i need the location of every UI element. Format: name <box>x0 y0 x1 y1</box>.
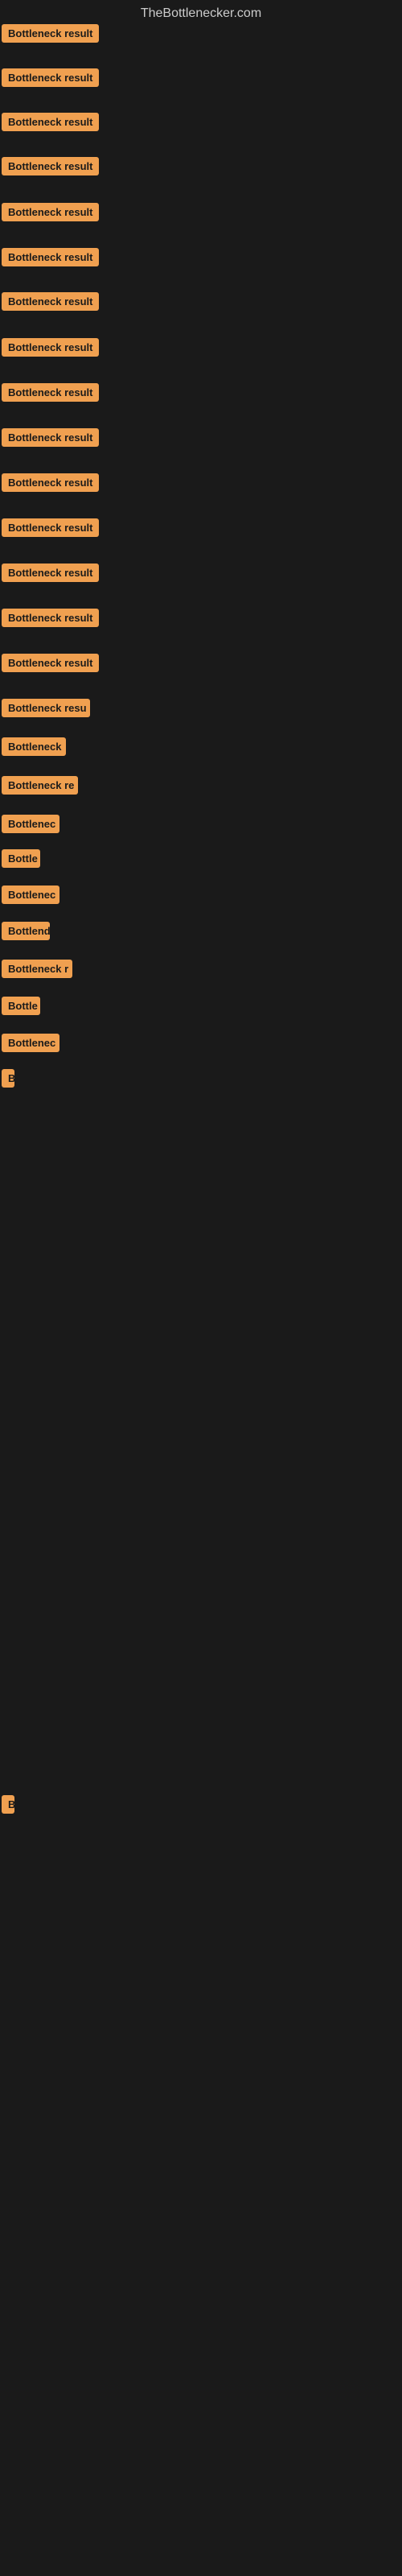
bottleneck-item-25: Bottlenec <box>2 1034 59 1056</box>
bottleneck-badge-14[interactable]: Bottleneck result <box>2 609 99 627</box>
bottleneck-item-21: Bottlenec <box>2 886 59 908</box>
bottleneck-badge-6[interactable]: Bottleneck result <box>2 248 99 266</box>
bottleneck-item-16: Bottleneck resu <box>2 699 90 721</box>
bottleneck-item-20: Bottle <box>2 849 40 872</box>
bottleneck-item-14: Bottleneck result <box>2 609 99 631</box>
bottleneck-item-10: Bottleneck result <box>2 428 99 451</box>
bottleneck-badge-3[interactable]: Bottleneck result <box>2 113 99 131</box>
bottleneck-badge-24[interactable]: Bottle <box>2 997 40 1015</box>
bottleneck-item-23: Bottleneck r <box>2 960 72 982</box>
bottleneck-badge-11[interactable]: Bottleneck result <box>2 473 99 492</box>
bottleneck-item-7: Bottleneck result <box>2 292 99 315</box>
bottleneck-item-26: B <box>2 1069 14 1092</box>
bottleneck-badge-7[interactable]: Bottleneck result <box>2 292 99 311</box>
bottleneck-badge-10[interactable]: Bottleneck result <box>2 428 99 447</box>
bottleneck-item-9: Bottleneck result <box>2 383 99 406</box>
bottleneck-badge-9[interactable]: Bottleneck result <box>2 383 99 402</box>
bottleneck-badge-19[interactable]: Bottlenec <box>2 815 59 833</box>
bottleneck-item-2: Bottleneck result <box>2 68 99 91</box>
bottleneck-badge-17[interactable]: Bottleneck <box>2 737 66 756</box>
bottleneck-badge-5[interactable]: Bottleneck result <box>2 203 99 221</box>
bottleneck-badge-25[interactable]: Bottlenec <box>2 1034 59 1052</box>
bottleneck-item-17: Bottleneck <box>2 737 66 760</box>
bottleneck-item-5: Bottleneck result <box>2 203 99 225</box>
bottleneck-item-11: Bottleneck result <box>2 473 99 496</box>
bottleneck-badge-4[interactable]: Bottleneck result <box>2 157 99 175</box>
bottleneck-badge-1[interactable]: Bottleneck result <box>2 24 99 43</box>
bottleneck-item-22: Bottlend <box>2 922 50 944</box>
bottleneck-badge-22[interactable]: Bottlend <box>2 922 50 940</box>
bottleneck-item-24: Bottle <box>2 997 40 1019</box>
bottleneck-item-1: Bottleneck result <box>2 24 99 47</box>
bottleneck-badge-13[interactable]: Bottleneck result <box>2 564 99 582</box>
bottleneck-badge-26[interactable]: B <box>2 1069 14 1088</box>
bottleneck-badge-18[interactable]: Bottleneck re <box>2 776 78 795</box>
bottleneck-item-15: Bottleneck result <box>2 654 99 676</box>
bottleneck-item-4: Bottleneck result <box>2 157 99 180</box>
bottleneck-badge-16[interactable]: Bottleneck resu <box>2 699 90 717</box>
bottleneck-badge-12[interactable]: Bottleneck result <box>2 518 99 537</box>
site-title: TheBottlenecker.com <box>0 0 402 27</box>
bottleneck-badge-2[interactable]: Bottleneck result <box>2 68 99 87</box>
bottleneck-item-19: Bottlenec <box>2 815 59 837</box>
bottleneck-item-6: Bottleneck result <box>2 248 99 270</box>
bottleneck-item-27: B <box>2 1795 14 1818</box>
bottleneck-item-3: Bottleneck result <box>2 113 99 135</box>
bottleneck-badge-8[interactable]: Bottleneck result <box>2 338 99 357</box>
bottleneck-item-8: Bottleneck result <box>2 338 99 361</box>
bottleneck-badge-23[interactable]: Bottleneck r <box>2 960 72 978</box>
bottleneck-badge-21[interactable]: Bottlenec <box>2 886 59 904</box>
bottleneck-badge-15[interactable]: Bottleneck result <box>2 654 99 672</box>
bottleneck-badge-27[interactable]: B <box>2 1795 14 1814</box>
bottleneck-item-13: Bottleneck result <box>2 564 99 586</box>
bottleneck-item-18: Bottleneck re <box>2 776 78 799</box>
bottleneck-item-12: Bottleneck result <box>2 518 99 541</box>
bottleneck-badge-20[interactable]: Bottle <box>2 849 40 868</box>
